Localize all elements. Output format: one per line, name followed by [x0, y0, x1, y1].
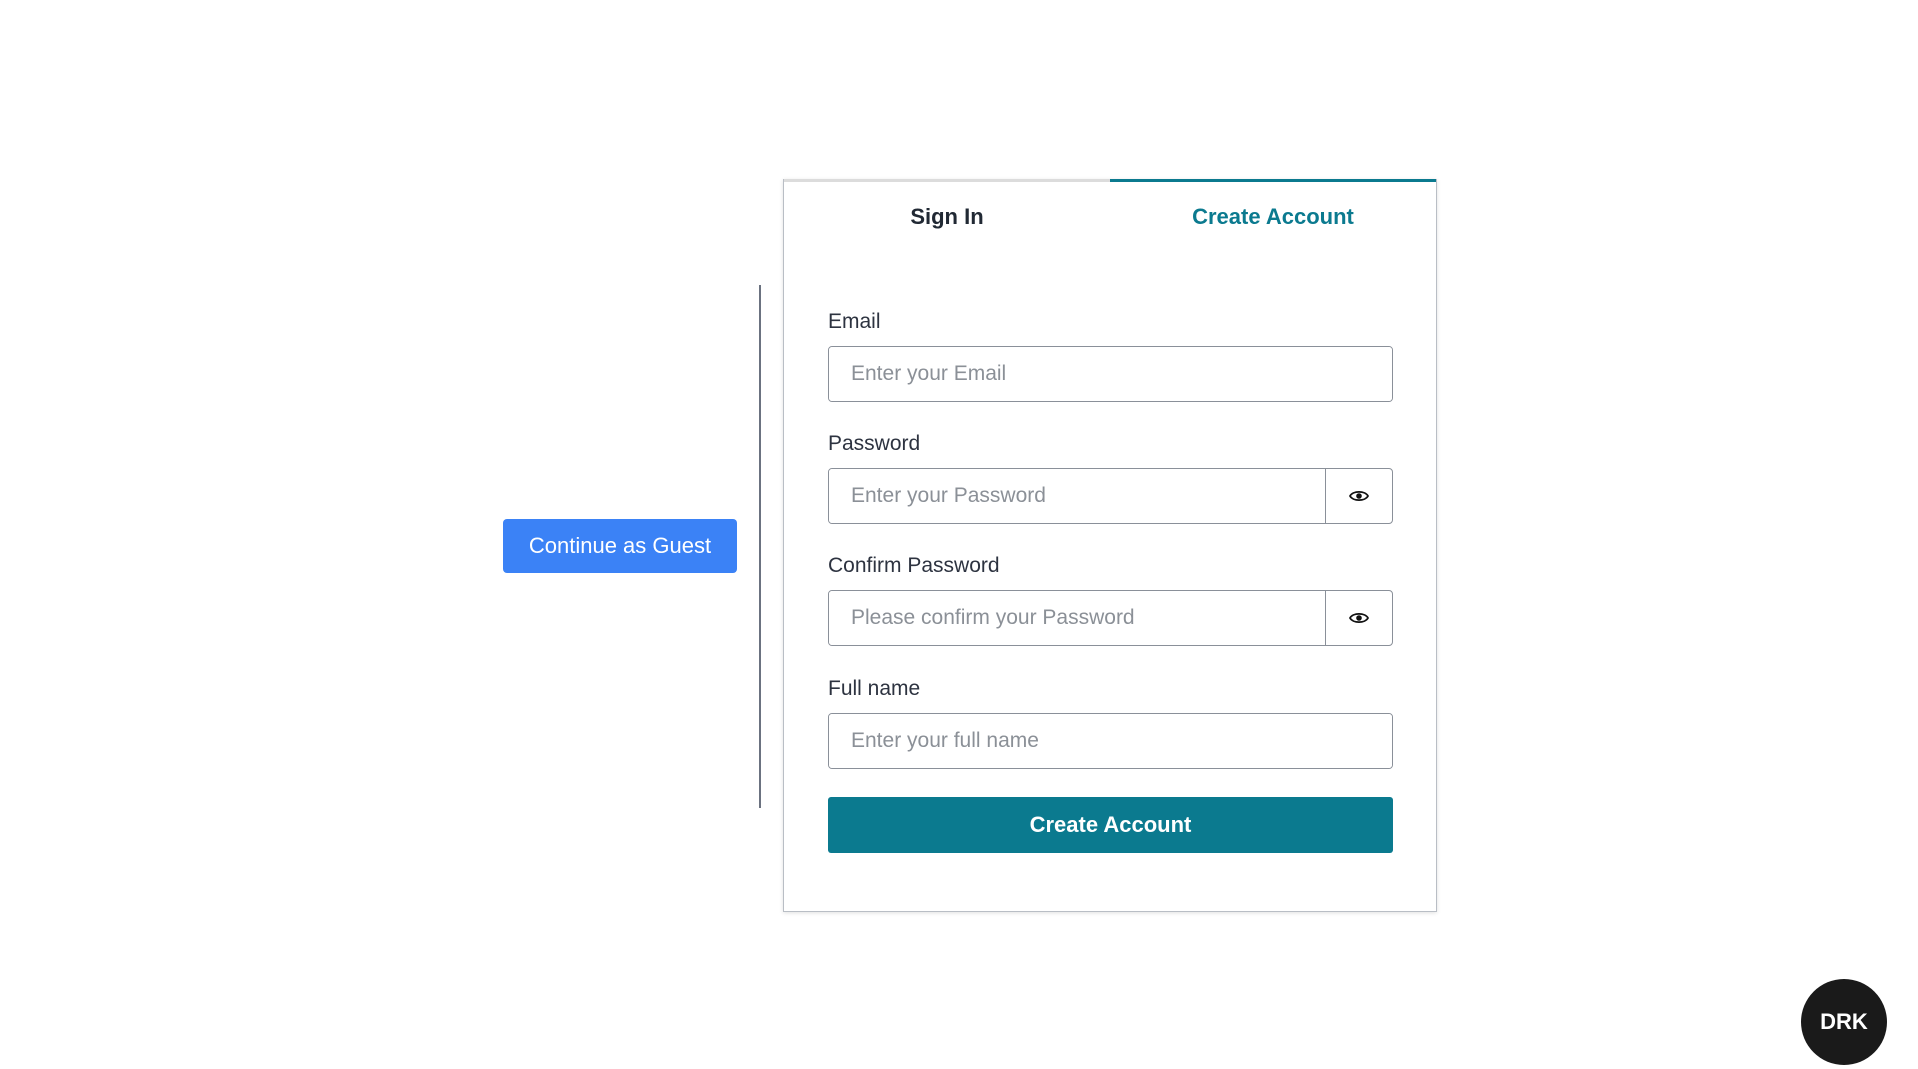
create-account-button[interactable]: Create Account [828, 797, 1393, 853]
confirm-password-input[interactable] [829, 591, 1325, 645]
email-input[interactable] [829, 347, 1392, 401]
confirm-password-field-group: Confirm Password [828, 554, 1393, 646]
confirm-password-label: Confirm Password [828, 554, 1000, 577]
dark-mode-toggle[interactable]: DRK [1801, 979, 1887, 1065]
continue-as-guest-button[interactable]: Continue as Guest [503, 519, 737, 573]
eye-icon[interactable] [1325, 591, 1392, 645]
vertical-divider [759, 285, 761, 808]
auth-tabs: Sign In Create Account [784, 179, 1436, 249]
full-name-label: Full name [828, 677, 921, 700]
tab-create-account[interactable]: Create Account [1110, 179, 1436, 249]
password-input[interactable] [829, 469, 1325, 523]
eye-icon[interactable] [1325, 469, 1392, 523]
full-name-field-group: Full name [828, 677, 1393, 769]
auth-card: Sign In Create Account Email Password Co… [783, 179, 1437, 912]
tab-sign-in[interactable]: Sign In [784, 179, 1110, 249]
email-label: Email [828, 310, 881, 333]
password-field-group: Password [828, 432, 1393, 524]
full-name-input[interactable] [829, 714, 1392, 768]
email-field-group: Email [828, 310, 1393, 402]
password-label: Password [828, 432, 921, 455]
